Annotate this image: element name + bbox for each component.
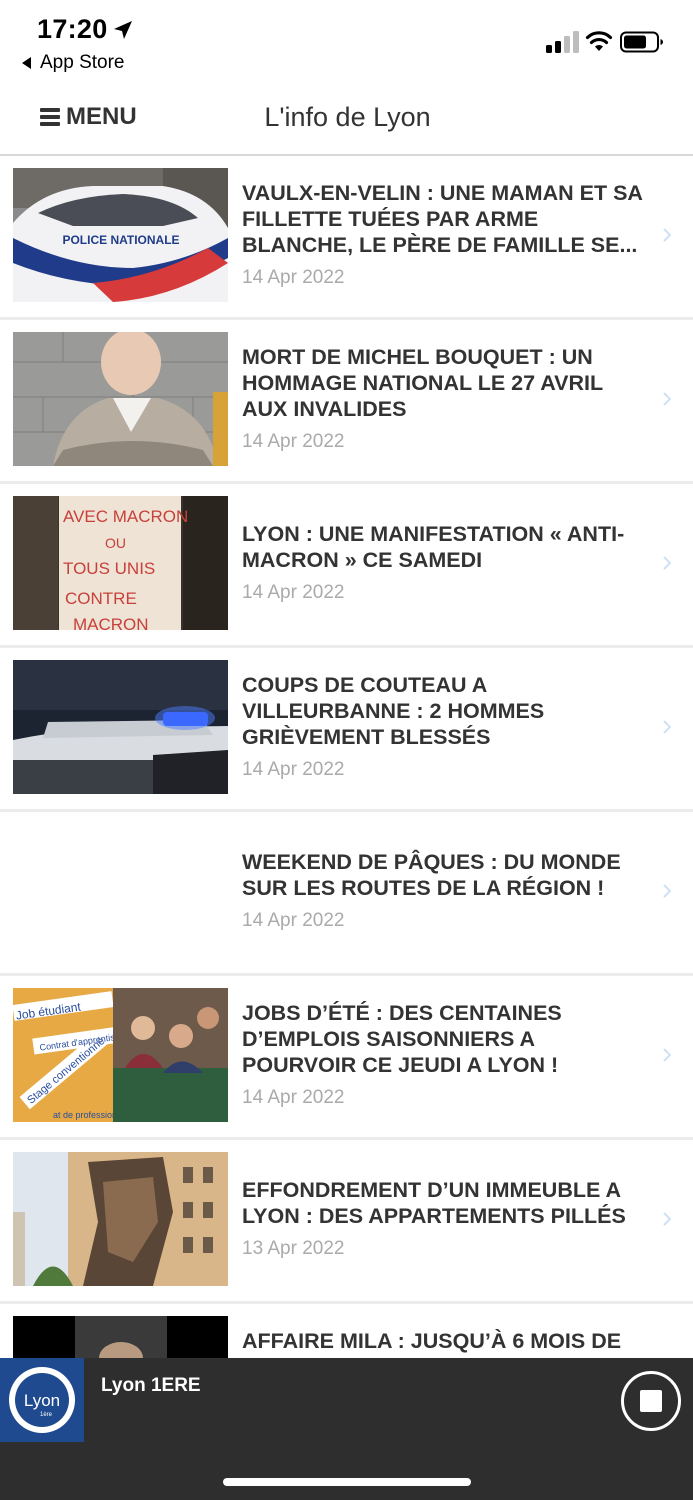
chevron-right-icon bbox=[663, 392, 671, 406]
article-date: 14 Apr 2022 bbox=[242, 431, 345, 452]
article-thumbnail: Job étudiant Contrat d'apprentissage Sta… bbox=[13, 988, 228, 1122]
station-name: Lyon 1ERE bbox=[101, 1375, 201, 1396]
thumb-sign-line-1: AVEC MACRON bbox=[63, 507, 188, 526]
location-arrow-icon bbox=[114, 21, 132, 39]
article-title: MORT DE MICHEL BOUQUET : UN HOMMAGE NATI… bbox=[242, 345, 603, 421]
wifi-icon bbox=[585, 31, 613, 51]
news-item[interactable]: Job étudiant Contrat d'apprentissage Sta… bbox=[0, 976, 693, 1140]
article-thumbnail: POLICE NATIONALE bbox=[13, 168, 228, 302]
article-date: 14 Apr 2022 bbox=[242, 1087, 345, 1108]
back-app-label: App Store bbox=[40, 52, 125, 73]
chevron-right-icon bbox=[663, 556, 671, 570]
thumb-sign-line-3: TOUS UNIS bbox=[63, 559, 155, 578]
article-date: 14 Apr 2022 bbox=[242, 910, 345, 931]
article-thumbnail bbox=[13, 332, 228, 466]
article-date: 14 Apr 2022 bbox=[242, 582, 345, 603]
home-indicator[interactable] bbox=[223, 1478, 471, 1486]
article-text: MORT DE MICHEL BOUQUET : UN HOMMAGE NATI… bbox=[242, 344, 652, 453]
back-triangle-icon bbox=[22, 57, 31, 69]
chevron-right-icon bbox=[663, 1048, 671, 1062]
article-title: LYON : UNE MANIFESTATION « ANTI-MACRON »… bbox=[242, 522, 625, 572]
thumb-sign-line-4: CONTRE bbox=[65, 589, 137, 608]
news-item[interactable]: MORT DE MICHEL BOUQUET : UN HOMMAGE NATI… bbox=[0, 320, 693, 484]
article-text: COUPS DE COUTEAU A VILLEURBANNE : 2 HOMM… bbox=[242, 672, 652, 781]
article-title: EFFONDREMENT D’UN IMMEUBLE A LYON : DES … bbox=[242, 1178, 626, 1228]
thumb-police-text: POLICE NATIONALE bbox=[62, 233, 179, 247]
news-list: POLICE NATIONALE VAULX-EN-VELIN : UNE MA… bbox=[0, 156, 693, 1468]
article-title: AFFAIRE MILA : JUSQU’À 6 MOIS DE bbox=[242, 1329, 622, 1353]
status-time: 17:20 bbox=[37, 14, 108, 44]
logo-text: Lyon bbox=[24, 1391, 60, 1410]
article-title: COUPS DE COUTEAU A VILLEURBANNE : 2 HOMM… bbox=[242, 673, 545, 749]
news-item[interactable]: COUPS DE COUTEAU A VILLEURBANNE : 2 HOMM… bbox=[0, 648, 693, 812]
article-date: 14 Apr 2022 bbox=[242, 267, 345, 288]
news-item[interactable]: AVEC MACRON OU TOUS UNIS CONTRE MACRON L… bbox=[0, 484, 693, 648]
news-item[interactable]: EFFONDREMENT D’UN IMMEUBLE A LYON : DES … bbox=[0, 1140, 693, 1304]
battery-icon bbox=[620, 31, 663, 53]
stop-icon bbox=[640, 1390, 662, 1412]
page-title: L'info de Lyon bbox=[264, 102, 431, 132]
thumb-sign-line-5: MACRON bbox=[73, 615, 149, 630]
chevron-right-icon bbox=[663, 1212, 671, 1226]
news-item[interactable]: POLICE NATIONALE VAULX-EN-VELIN : UNE MA… bbox=[0, 156, 693, 320]
article-text: VAULX-EN-VELIN : UNE MAMAN ET SA FILLETT… bbox=[242, 180, 652, 289]
article-thumbnail bbox=[13, 1152, 228, 1286]
article-thumbnail: AVEC MACRON OU TOUS UNIS CONTRE MACRON bbox=[13, 496, 228, 630]
article-date: 13 Apr 2022 bbox=[242, 1238, 345, 1259]
app-screen: 17:20 App Store MENU L'info de Lyon POLI… bbox=[0, 0, 693, 1500]
thumb-sign-line-2: OU bbox=[105, 535, 126, 551]
article-text: EFFONDREMENT D’UN IMMEUBLE A LYON : DES … bbox=[242, 1177, 652, 1260]
status-bar: 17:20 App Store bbox=[0, 0, 693, 84]
article-text: WEEKEND DE PÂQUES : DU MONDE SUR LES ROU… bbox=[242, 849, 652, 932]
chevron-right-icon bbox=[663, 228, 671, 242]
article-title: VAULX-EN-VELIN : UNE MAMAN ET SA FILLETT… bbox=[242, 181, 643, 257]
audio-player-bar: Lyon 1ère Lyon 1ERE bbox=[0, 1358, 693, 1500]
back-to-app-link[interactable]: App Store bbox=[22, 52, 125, 74]
chevron-right-icon bbox=[663, 884, 671, 898]
cellular-signal-icon bbox=[546, 31, 580, 53]
article-text: LYON : UNE MANIFESTATION « ANTI-MACRON »… bbox=[242, 521, 652, 604]
stop-button[interactable] bbox=[621, 1371, 681, 1431]
article-date: 14 Apr 2022 bbox=[242, 759, 345, 780]
chevron-right-icon bbox=[663, 720, 671, 734]
article-title: WEEKEND DE PÂQUES : DU MONDE SUR LES ROU… bbox=[242, 850, 621, 900]
article-text: JOBS D’ÉTÉ : DES CENTAINES D’EMPLOIS SAI… bbox=[242, 1000, 652, 1109]
article-title: JOBS D’ÉTÉ : DES CENTAINES D’EMPLOIS SAI… bbox=[242, 1001, 562, 1077]
logo-subtext: 1ère bbox=[40, 1412, 53, 1418]
station-logo[interactable]: Lyon 1ère bbox=[0, 1358, 84, 1442]
app-header: MENU L'info de Lyon bbox=[0, 84, 693, 156]
news-item[interactable]: WEEKEND DE PÂQUES : DU MONDE SUR LES ROU… bbox=[0, 812, 693, 976]
article-thumbnail bbox=[13, 660, 228, 794]
